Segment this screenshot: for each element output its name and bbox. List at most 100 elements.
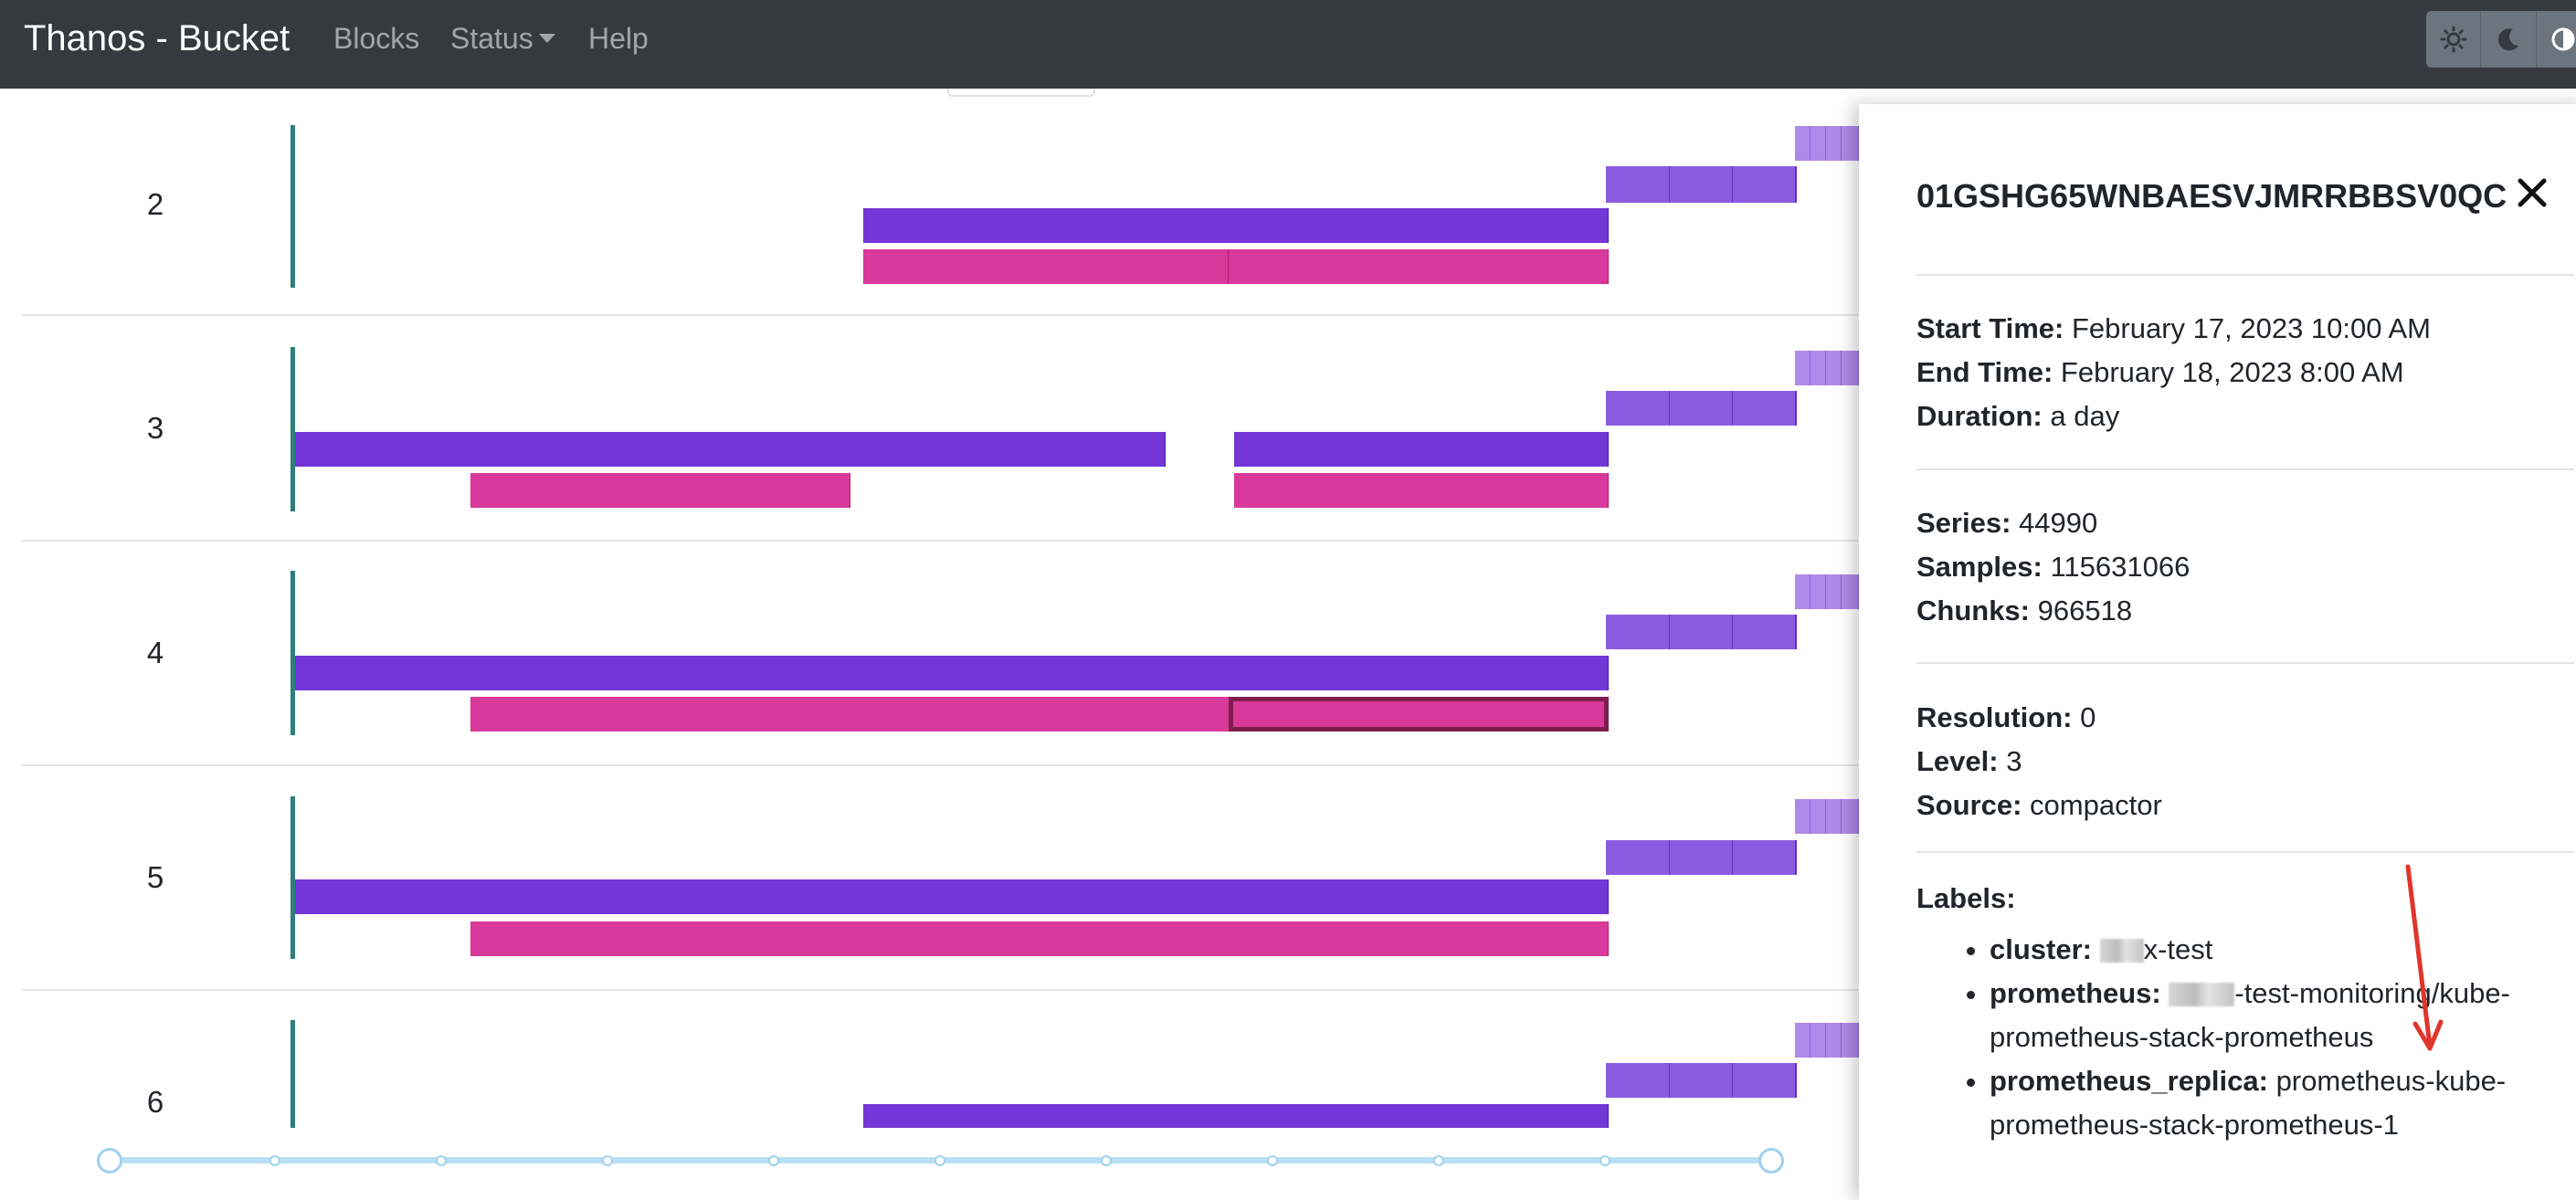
slider-tick (768, 1155, 779, 1166)
redacted-text (2169, 983, 2235, 1006)
block[interactable] (1606, 1063, 1671, 1098)
block[interactable] (1811, 574, 1827, 609)
field-label: Level: (1916, 745, 1999, 777)
slider-tick (934, 1155, 945, 1166)
nav-link-help[interactable]: Help (588, 0, 649, 89)
block[interactable] (1234, 473, 1609, 508)
samples-value: 115631066 (2050, 551, 2191, 583)
label-item: prometheus_replica: prometheus-kube-prom… (1990, 1059, 2574, 1147)
block[interactable] (1842, 799, 1860, 834)
block[interactable] (1795, 574, 1811, 609)
label-value: x-test (2143, 933, 2213, 965)
row-label: 5 (146, 860, 164, 894)
nav-link-status[interactable]: Status (450, 0, 555, 89)
block[interactable] (295, 656, 471, 690)
light-theme-button[interactable] (2426, 11, 2482, 68)
block-details-panel: 01GSHG65WNBAESVJMRRBBSV0QC Start Time: F… (1859, 104, 2576, 1200)
block[interactable] (1670, 391, 1734, 426)
field-label: Samples: (1916, 551, 2043, 583)
block[interactable] (1811, 126, 1827, 161)
block[interactable] (1229, 1104, 1609, 1128)
block[interactable] (470, 432, 850, 467)
block[interactable] (863, 249, 1229, 284)
block[interactable] (1606, 391, 1671, 426)
end-time-field: End Time: February 18, 2023 8:00 AM (1916, 351, 2404, 395)
close-icon[interactable] (2511, 172, 2553, 214)
level-field: Level: 3 (1916, 740, 2022, 784)
block[interactable] (1826, 351, 1842, 385)
row-axis (290, 796, 295, 959)
block[interactable] (1811, 799, 1827, 834)
block[interactable] (1606, 166, 1671, 203)
block[interactable] (863, 1104, 1230, 1128)
block[interactable] (1811, 351, 1827, 385)
block[interactable] (850, 697, 1230, 732)
block[interactable] (1842, 1023, 1860, 1058)
duration-field: Duration: a day (1916, 395, 2119, 438)
slider-end-handle[interactable] (1758, 1148, 1784, 1174)
row-label: 4 (146, 636, 164, 669)
block[interactable] (470, 879, 850, 914)
label-key: cluster: (1990, 933, 2092, 965)
block[interactable] (470, 921, 850, 956)
block[interactable] (1733, 840, 1797, 875)
block[interactable] (1795, 126, 1811, 161)
auto-theme-button[interactable] (2537, 11, 2576, 68)
block[interactable] (1795, 1023, 1811, 1058)
block[interactable] (1842, 574, 1860, 609)
block[interactable] (1670, 1063, 1734, 1098)
dark-theme-button[interactable] (2481, 11, 2537, 68)
nav-link-blocks[interactable]: Blocks (333, 0, 419, 89)
block[interactable] (1606, 840, 1671, 875)
block[interactable] (1733, 166, 1797, 203)
end-time-value: February 18, 2023 8:00 AM (2060, 356, 2404, 388)
block[interactable] (1229, 879, 1609, 914)
chunks-field: Chunks: 966518 (1916, 589, 2132, 633)
block[interactable] (295, 432, 471, 467)
block[interactable] (850, 879, 1230, 914)
block[interactable] (1795, 351, 1811, 385)
block[interactable] (470, 656, 850, 690)
block[interactable] (1826, 126, 1842, 161)
block[interactable] (1733, 391, 1797, 426)
duration-value: a day (2050, 400, 2120, 432)
block[interactable] (1842, 126, 1860, 161)
slider-tick (1267, 1155, 1278, 1166)
block[interactable] (1670, 166, 1734, 203)
block[interactable] (850, 921, 1230, 956)
block[interactable] (1733, 615, 1797, 649)
block[interactable] (295, 879, 471, 914)
brand-title[interactable]: Thanos - Bucket (24, 0, 290, 89)
block[interactable] (850, 656, 1230, 690)
row-label: 2 (146, 187, 164, 221)
block[interactable] (1733, 1063, 1797, 1098)
slider-tick (436, 1155, 447, 1166)
block[interactable] (1826, 799, 1842, 834)
resolution-field: Resolution: 0 (1916, 696, 2096, 740)
theme-toggle-group (2426, 11, 2576, 68)
block[interactable] (470, 473, 850, 508)
block[interactable] (1795, 799, 1811, 834)
start-time-value: February 17, 2023 10:00 AM (2071, 312, 2431, 344)
block[interactable] (1229, 249, 1609, 284)
block[interactable] (1234, 432, 1609, 467)
slider-start-handle[interactable] (97, 1148, 122, 1174)
block[interactable] (470, 697, 850, 732)
block[interactable] (1229, 921, 1609, 956)
block[interactable] (1670, 615, 1734, 649)
block[interactable] (863, 208, 1242, 243)
row-divider (22, 764, 1858, 766)
field-label: Duration: (1916, 400, 2043, 432)
block[interactable] (1670, 840, 1734, 875)
level-value: 3 (2006, 745, 2022, 777)
block[interactable] (850, 432, 1166, 467)
field-label: Start Time: (1916, 312, 2064, 344)
block[interactable] (1811, 1023, 1827, 1058)
block[interactable] (1606, 615, 1671, 649)
block[interactable] (1826, 574, 1842, 609)
block[interactable] (1229, 208, 1609, 243)
block[interactable] (1826, 1023, 1842, 1058)
block[interactable] (1229, 656, 1609, 690)
selected-block[interactable] (1229, 697, 1609, 732)
block[interactable] (1842, 351, 1860, 385)
